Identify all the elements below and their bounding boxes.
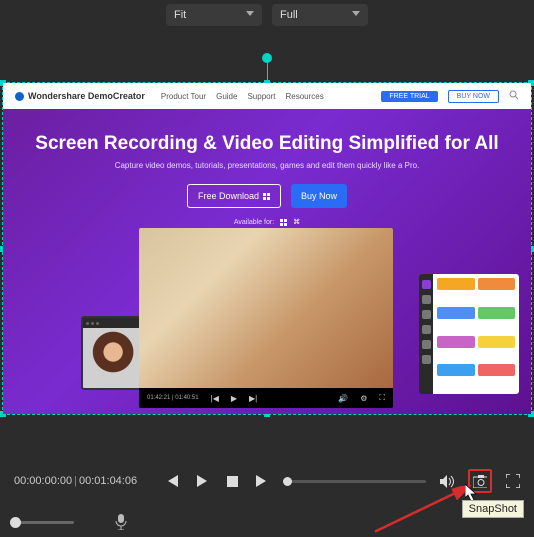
player-timecode: 01:42:21 | 01:40:51 — [147, 395, 199, 401]
timecode: 00:00:00:00|00:01:04:06 — [14, 475, 137, 487]
microphone-button[interactable] — [114, 515, 128, 529]
swatch — [437, 336, 475, 348]
buy-now-header-button: BUY NOW — [448, 90, 499, 103]
nav-link: Product Tour — [161, 92, 206, 101]
site-nav: Product Tour Guide Support Resources — [161, 92, 324, 101]
nav-link: Support — [247, 92, 275, 101]
panel-tab-icon — [422, 295, 431, 304]
brand-text: Wondershare DemoCreator — [28, 91, 145, 101]
search-icon — [509, 90, 519, 102]
play-button[interactable] — [195, 474, 209, 488]
hero-subtitle: Capture video demos, tutorials, presenta… — [3, 161, 531, 170]
time-current: 00:00:00:00 — [14, 475, 72, 487]
brand-logo: Wondershare DemoCreator — [15, 91, 145, 101]
embedded-player: 01:42:21 | 01:40:51 |◀ ▶ ▶| 🔊 ⚙ ⛶ — [139, 228, 393, 408]
fit-dropdown[interactable]: Fit — [166, 4, 262, 26]
panel-tab-icon — [422, 325, 431, 334]
progress-slider[interactable] — [283, 480, 426, 483]
buy-now-button: Buy Now — [291, 184, 347, 208]
rotate-handle[interactable] — [262, 53, 272, 63]
bottom-bar — [0, 508, 534, 536]
skip-forward-button[interactable] — [255, 474, 269, 488]
prev-icon: |◀ — [211, 394, 219, 403]
volume-icon: 🔊 — [338, 394, 348, 403]
full-label: Full — [280, 9, 298, 21]
nav-link: Guide — [216, 92, 237, 101]
swatch — [437, 278, 475, 290]
swatch — [437, 307, 475, 319]
hero-section: Screen Recording & Video Editing Simplif… — [3, 109, 531, 414]
swatch — [478, 364, 516, 376]
windows-icon — [263, 193, 270, 200]
panel-tab-icon — [422, 280, 431, 289]
expand-icon: ⛶ — [379, 393, 385, 403]
nav-link: Resources — [285, 92, 323, 101]
canvas-selection[interactable]: Wondershare DemoCreator Product Tour Gui… — [2, 82, 532, 415]
site-header: Wondershare DemoCreator Product Tour Gui… — [3, 83, 531, 109]
time-total: 00:01:04:06 — [79, 475, 137, 487]
play-icon: ▶ — [231, 394, 237, 403]
swatch — [478, 278, 516, 290]
next-icon: ▶| — [249, 394, 257, 403]
palette-grid — [433, 274, 519, 394]
recorded-content: Wondershare DemoCreator Product Tour Gui… — [3, 83, 531, 414]
stop-button[interactable] — [225, 474, 239, 488]
fullscreen-button[interactable] — [506, 474, 520, 488]
full-dropdown[interactable]: Full — [272, 4, 368, 26]
chevron-down-icon — [246, 11, 254, 19]
player-video — [139, 228, 393, 388]
windows-icon — [280, 219, 287, 226]
skip-back-button[interactable] — [165, 474, 179, 488]
zoom-slider[interactable] — [14, 521, 74, 524]
swatch — [478, 307, 516, 319]
chevron-down-icon — [352, 11, 360, 19]
panel-tab-icon — [422, 310, 431, 319]
settings-icon: ⚙ — [360, 394, 367, 403]
mac-icon: ⌘ — [293, 218, 300, 226]
player-controls: 01:42:21 | 01:40:51 |◀ ▶ ▶| 🔊 ⚙ ⛶ — [139, 388, 393, 408]
hero-title: Screen Recording & Video Editing Simplif… — [3, 133, 531, 155]
panel-tab-icon — [422, 340, 431, 349]
swatch — [478, 336, 516, 348]
swatch — [437, 364, 475, 376]
fit-label: Fit — [174, 9, 186, 21]
logo-icon — [15, 92, 24, 101]
free-trial-button: FREE TRIAL — [381, 91, 437, 102]
free-download-button: Free Download — [187, 184, 281, 208]
effects-panel — [419, 274, 519, 394]
available-for: Available for: ⌘ — [3, 218, 531, 226]
volume-button[interactable] — [440, 474, 454, 488]
panel-tab-icon — [422, 355, 431, 364]
